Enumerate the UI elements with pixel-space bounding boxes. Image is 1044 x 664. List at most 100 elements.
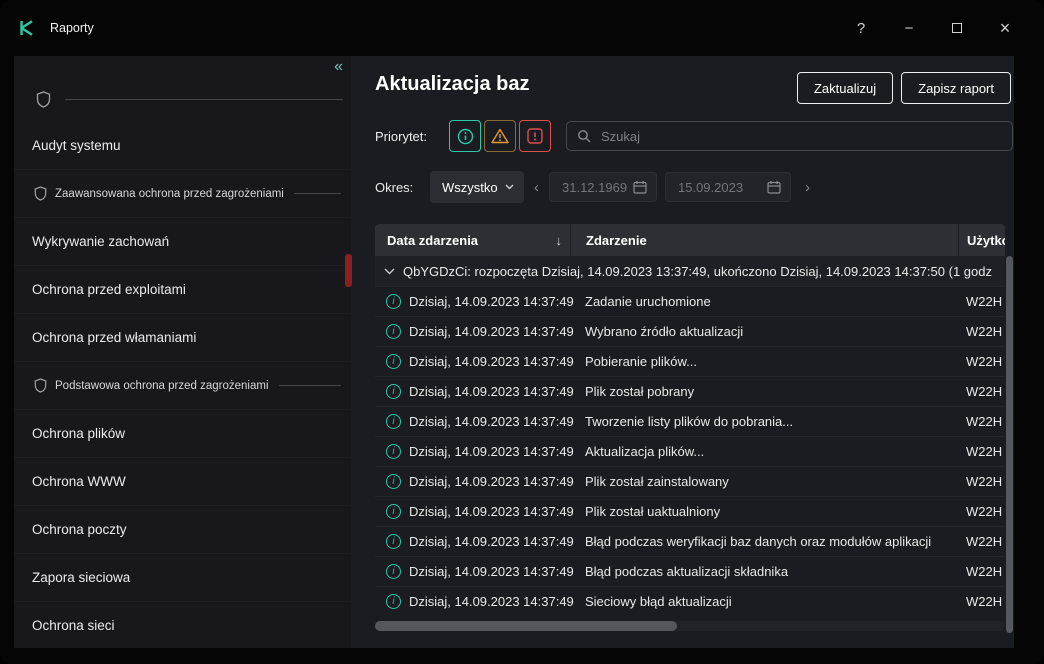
period-dropdown[interactable]: Wszystko <box>430 171 524 203</box>
minimize-button[interactable]: − <box>898 20 920 37</box>
event-name: Plik został uaktualniony <box>570 504 958 519</box>
info-icon: i <box>386 414 401 429</box>
divider-line <box>65 99 343 100</box>
sidebar-item-label: Ochrona WWW <box>32 474 126 489</box>
maximize-icon <box>952 23 962 33</box>
event-user: W22H <box>958 414 1005 429</box>
app-window: Raporty ? − × « Audyt systemu Zaawansowa… <box>0 0 1044 664</box>
date-from-value: 31.12.1969 <box>562 180 627 195</box>
event-user: W22H <box>958 444 1005 459</box>
event-name: Plik został pobrany <box>570 384 958 399</box>
sidebar-section-podstawowa-ochrona: Podstawowa ochrona przed zagrożeniami <box>14 362 351 410</box>
column-header-user[interactable]: Użytko <box>958 224 1005 256</box>
shield-icon <box>34 378 47 393</box>
horizontal-scrollbar-thumb[interactable] <box>375 621 677 631</box>
info-icon: i <box>386 504 401 519</box>
event-name: Błąd podczas aktualizacji składnika <box>570 564 958 579</box>
table-row[interactable]: iDzisiaj, 14.09.2023 14:37:49 Plik zosta… <box>375 466 1005 496</box>
period-next-button[interactable]: › <box>795 179 820 196</box>
date-from-field[interactable]: 31.12.1969 <box>549 172 657 202</box>
section-label: Podstawowa ochrona przed zagrożeniami <box>55 380 269 392</box>
event-user: W22H <box>958 504 1005 519</box>
critical-severity-marker <box>345 254 352 287</box>
main-panel: Aktualizacja baz Zaktualizuj Zapisz rapo… <box>351 56 1014 648</box>
info-icon: i <box>386 594 401 609</box>
warning-triangle-icon <box>491 128 509 144</box>
sidebar-item-label: Audyt systemu <box>32 138 121 153</box>
column-label: Użytko <box>967 233 1005 248</box>
table-row[interactable]: iDzisiaj, 14.09.2023 14:37:49 Sieciowy b… <box>375 586 1005 616</box>
action-buttons: Zaktualizuj Zapisz raport <box>797 72 1011 104</box>
critical-square-icon <box>527 128 543 144</box>
event-user: W22H <box>958 474 1005 489</box>
info-icon: i <box>386 444 401 459</box>
severity-info-filter-button[interactable] <box>449 120 481 152</box>
divider-line <box>294 193 341 194</box>
search-icon <box>577 129 591 143</box>
event-user: W22H <box>958 594 1005 609</box>
section-label: Zaawansowana ochrona przed zagrożeniami <box>55 188 284 200</box>
table-row[interactable]: iDzisiaj, 14.09.2023 14:37:49 Zadanie ur… <box>375 286 1005 316</box>
table-row[interactable]: iDzisiaj, 14.09.2023 14:37:49 Wybrano źr… <box>375 316 1005 346</box>
sidebar-item-wykrywanie-zachowan[interactable]: Wykrywanie zachowań <box>14 218 351 266</box>
event-name: Błąd podczas weryfikacji baz danych oraz… <box>570 534 958 549</box>
info-icon: i <box>386 534 401 549</box>
severity-warning-filter-button[interactable] <box>484 120 516 152</box>
table-row[interactable]: i Dzisiaj, 14.09.2023 14:37:49 Błąd podcz… <box>375 526 1005 556</box>
sidebar-item-audyt-systemu[interactable]: Audyt systemu <box>14 122 351 170</box>
maximize-button[interactable] <box>946 20 968 37</box>
period-selected-value: Wszystko <box>442 180 498 195</box>
date-to-field[interactable]: 15.09.2023 <box>665 172 791 202</box>
column-label: Zdarzenie <box>586 233 647 248</box>
sidebar-section-divider <box>14 86 351 112</box>
event-name: Pobieranie plików... <box>570 354 958 369</box>
column-header-event[interactable]: Zdarzenie <box>570 224 958 256</box>
sidebar-item-ochrona-przed-exploitami[interactable]: Ochrona przed exploitami <box>14 266 351 314</box>
table-row[interactable]: iDzisiaj, 14.09.2023 14:37:49 Tworzenie … <box>375 406 1005 436</box>
update-button[interactable]: Zaktualizuj <box>797 72 893 104</box>
sidebar-item-label: Zapora sieciowa <box>32 570 130 585</box>
horizontal-scrollbar[interactable] <box>375 621 1005 631</box>
event-date: Dzisiaj, 14.09.2023 14:37:49 <box>409 534 574 549</box>
sidebar-item-ochrona-plikow[interactable]: Ochrona plików <box>14 410 351 458</box>
sidebar-item-ochrona-poczty[interactable]: Ochrona poczty <box>14 506 351 554</box>
priority-filter-row: Priorytet: <box>375 120 1013 152</box>
event-name: Zadanie uruchomione <box>570 294 958 309</box>
sidebar-item-zapora-sieciowa[interactable]: Zapora sieciowa <box>14 554 351 602</box>
table-row[interactable]: iDzisiaj, 14.09.2023 14:37:49 Błąd podcz… <box>375 556 1005 586</box>
sidebar-item-label: Ochrona przed włamaniami <box>32 330 196 345</box>
period-prev-button[interactable]: ‹ <box>524 179 549 196</box>
event-user: W22H <box>958 324 1005 339</box>
period-label: Okres: <box>375 180 430 195</box>
events-table: Data zdarzenia ↓ Zdarzenie Użytko QbYGDz… <box>375 224 1005 616</box>
save-report-button[interactable]: Zapisz raport <box>901 72 1011 104</box>
sidebar-item-label: Ochrona plików <box>32 426 125 441</box>
vertical-scrollbar-thumb[interactable] <box>1006 256 1013 633</box>
shield-icon <box>36 91 51 108</box>
sidebar-item-ochrona-przed-wlamaniami[interactable]: Ochrona przed włamaniami <box>14 314 351 362</box>
table-row[interactable]: iDzisiaj, 14.09.2023 14:37:49 Aktualizac… <box>375 436 1005 466</box>
event-date: Dzisiaj, 14.09.2023 14:37:49 <box>409 324 574 339</box>
search-input[interactable] <box>599 128 1002 145</box>
table-row[interactable]: i Dzisiaj, 14.09.2023 14:37:49 Plik zosta… <box>375 496 1005 526</box>
vertical-scrollbar[interactable] <box>1006 256 1013 633</box>
column-header-date[interactable]: Data zdarzenia ↓ <box>375 224 570 256</box>
event-name: Wybrano źródło aktualizacji <box>570 324 958 339</box>
help-button[interactable]: ? <box>850 20 872 37</box>
task-group-row[interactable]: QbYGDzCi: rozpoczęta Dzisiaj, 14.09.2023… <box>375 256 1005 286</box>
event-user: W22H <box>958 564 1005 579</box>
sidebar-item-ochrona-www[interactable]: Ochrona WWW <box>14 458 351 506</box>
calendar-icon <box>633 180 647 194</box>
group-header-text: QbYGDzCi: rozpoczęta Dzisiaj, 14.09.2023… <box>403 264 992 279</box>
info-icon: i <box>386 564 401 579</box>
sidebar-collapse-button[interactable]: « <box>334 58 343 76</box>
sidebar-item-ochrona-sieci[interactable]: Ochrona sieci <box>14 602 351 648</box>
severity-critical-filter-button[interactable] <box>519 120 551 152</box>
search-field[interactable] <box>566 121 1013 151</box>
sort-descending-icon: ↓ <box>556 233 563 248</box>
event-date: Dzisiaj, 14.09.2023 14:37:49 <box>409 504 574 519</box>
table-row[interactable]: iDzisiaj, 14.09.2023 14:37:49 Pobieranie… <box>375 346 1005 376</box>
event-name: Aktualizacja plików... <box>570 444 958 459</box>
close-button[interactable]: × <box>994 18 1016 39</box>
table-row[interactable]: iDzisiaj, 14.09.2023 14:37:49 Plik zosta… <box>375 376 1005 406</box>
